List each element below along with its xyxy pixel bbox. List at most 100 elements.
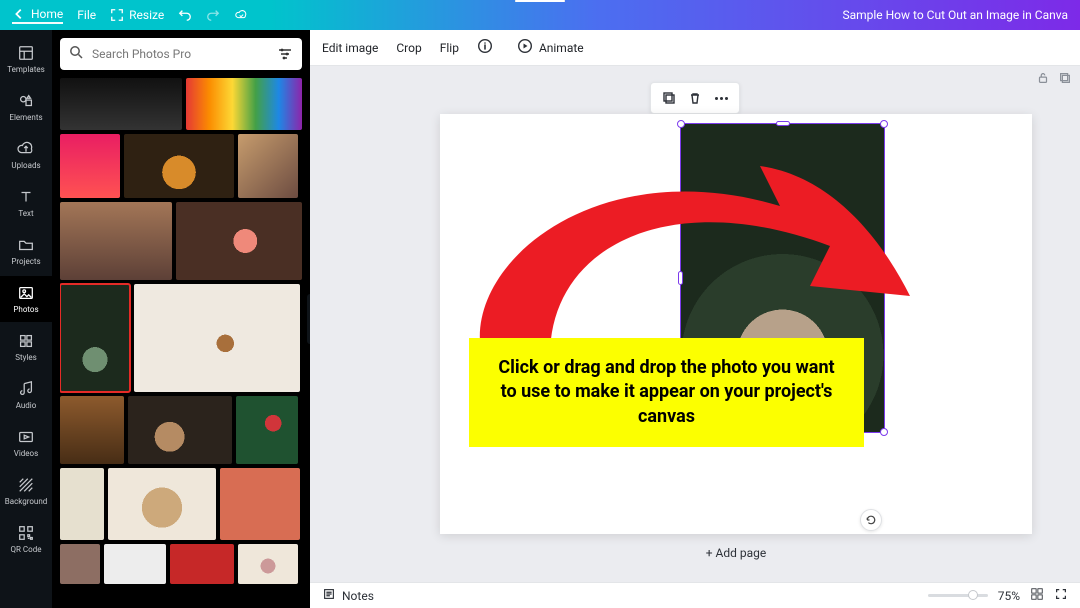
main: Templates Elements Uploads Text Projects…	[0, 30, 1080, 608]
zoom-value[interactable]: 75%	[998, 589, 1020, 603]
canvas[interactable]: + Add page	[440, 114, 1032, 534]
grid-view-icon[interactable]	[1030, 587, 1044, 604]
home-button[interactable]: Home	[12, 7, 63, 24]
layers-icon[interactable]	[1058, 70, 1072, 89]
rail-projects[interactable]: Projects	[0, 228, 52, 274]
rail-audio[interactable]: Audio	[0, 372, 52, 418]
zoom-slider[interactable]	[928, 594, 988, 597]
rail-uploads[interactable]: Uploads	[0, 132, 52, 178]
photo-grid	[60, 78, 302, 608]
undo-button[interactable]	[178, 8, 192, 22]
resize-icon	[110, 8, 124, 22]
cloud-check-icon	[234, 8, 248, 22]
duplicate-button[interactable]	[659, 88, 679, 108]
photo-thumb[interactable]	[60, 468, 104, 540]
rail-label: Projects	[11, 257, 40, 266]
crop-button[interactable]: Crop	[396, 41, 421, 55]
photo-thumb[interactable]	[170, 544, 234, 584]
elements-icon	[17, 92, 35, 110]
animate-button[interactable]: Animate	[517, 38, 584, 57]
rail-templates[interactable]: Templates	[0, 36, 52, 82]
footer: Notes 75%	[310, 582, 1080, 608]
rail: Templates Elements Uploads Text Projects…	[0, 30, 52, 608]
rail-elements[interactable]: Elements	[0, 84, 52, 130]
redo-button[interactable]	[206, 8, 220, 22]
text-icon	[17, 188, 35, 206]
edit-image-button[interactable]: Edit image	[322, 41, 378, 55]
image-content	[681, 124, 884, 432]
photo-thumb[interactable]	[238, 544, 298, 584]
rail-styles[interactable]: Styles	[0, 324, 52, 370]
rail-background[interactable]: Background	[0, 468, 52, 514]
resize-edge[interactable]	[882, 271, 887, 285]
search-input[interactable]	[92, 47, 268, 61]
more-button[interactable]	[711, 88, 731, 108]
document-title[interactable]: Sample How to Cut Out an Image in Canva	[842, 8, 1068, 22]
file-label: File	[77, 8, 96, 22]
undo-icon	[178, 8, 192, 22]
title-label: Sample How to Cut Out an Image in Canva	[842, 8, 1068, 22]
photo-thumb[interactable]	[108, 468, 216, 540]
context-toolbar: Edit image Crop Flip Animate	[310, 30, 1080, 66]
photo-thumb[interactable]	[134, 284, 300, 392]
placed-image[interactable]	[680, 123, 885, 433]
photo-thumb[interactable]	[60, 544, 100, 584]
resize-handle[interactable]	[677, 120, 685, 128]
cloud-sync-button[interactable]	[234, 8, 248, 22]
audio-icon	[17, 380, 35, 398]
qrcode-icon	[17, 524, 35, 542]
stage[interactable]: + Add page Click or drag and drop the ph…	[310, 66, 1080, 582]
resize-edge[interactable]	[678, 271, 683, 285]
resize-handle[interactable]	[880, 428, 888, 436]
photo-thumb-selected[interactable]	[60, 284, 130, 392]
delete-button[interactable]	[685, 88, 705, 108]
rail-photos[interactable]: Photos	[0, 276, 52, 322]
photo-thumb[interactable]	[60, 134, 120, 198]
flip-button[interactable]: Flip	[440, 41, 459, 55]
notes-label: Notes	[342, 589, 374, 603]
resize-edge[interactable]	[776, 430, 790, 435]
rail-videos[interactable]: Videos	[0, 420, 52, 466]
photo-thumb[interactable]	[60, 78, 182, 130]
add-page-button[interactable]: + Add page	[440, 546, 1032, 560]
rail-label: Text	[18, 209, 33, 218]
templates-icon	[17, 44, 35, 62]
footer-right: 75%	[928, 587, 1068, 604]
photo-thumb[interactable]	[104, 544, 166, 584]
photo-thumb[interactable]	[186, 78, 302, 130]
rail-label: Audio	[16, 401, 37, 410]
resize-button[interactable]: Resize	[110, 8, 164, 22]
resize-handle[interactable]	[677, 428, 685, 436]
rotate-handle[interactable]	[860, 509, 882, 531]
animate-label: Animate	[539, 41, 584, 55]
photo-thumb[interactable]	[236, 396, 298, 464]
zoom-thumb[interactable]	[968, 590, 978, 600]
rail-label: Elements	[9, 113, 42, 122]
photo-thumb[interactable]	[128, 396, 232, 464]
resize-handle[interactable]	[880, 120, 888, 128]
rail-label: Videos	[14, 449, 38, 458]
rail-label: Styles	[15, 353, 36, 362]
fullscreen-icon[interactable]	[1054, 587, 1068, 604]
info-icon[interactable]	[477, 38, 493, 57]
expand-pages-handle[interactable]	[515, 0, 565, 2]
photo-thumb[interactable]	[176, 202, 302, 280]
animate-icon	[517, 38, 533, 57]
rail-qrcode[interactable]: QR Code	[0, 516, 52, 562]
photo-thumb[interactable]	[60, 396, 124, 464]
photo-thumb[interactable]	[124, 134, 234, 198]
notes-button[interactable]: Notes	[322, 587, 374, 604]
rail-text[interactable]: Text	[0, 180, 52, 226]
rail-label: Uploads	[11, 161, 40, 170]
photo-thumb[interactable]	[60, 202, 172, 280]
background-icon	[17, 476, 35, 494]
home-label: Home	[31, 7, 63, 21]
lock-icon[interactable]	[1036, 70, 1050, 89]
photo-thumb[interactable]	[238, 134, 298, 198]
topbar: Home File Resize Sample How to Cut Out a…	[0, 0, 1080, 30]
resize-edge[interactable]	[776, 121, 790, 126]
filter-icon[interactable]	[276, 45, 294, 63]
stage-wrap: Edit image Crop Flip Animate	[310, 30, 1080, 608]
file-menu[interactable]: File	[77, 8, 96, 22]
photo-thumb[interactable]	[220, 468, 300, 540]
